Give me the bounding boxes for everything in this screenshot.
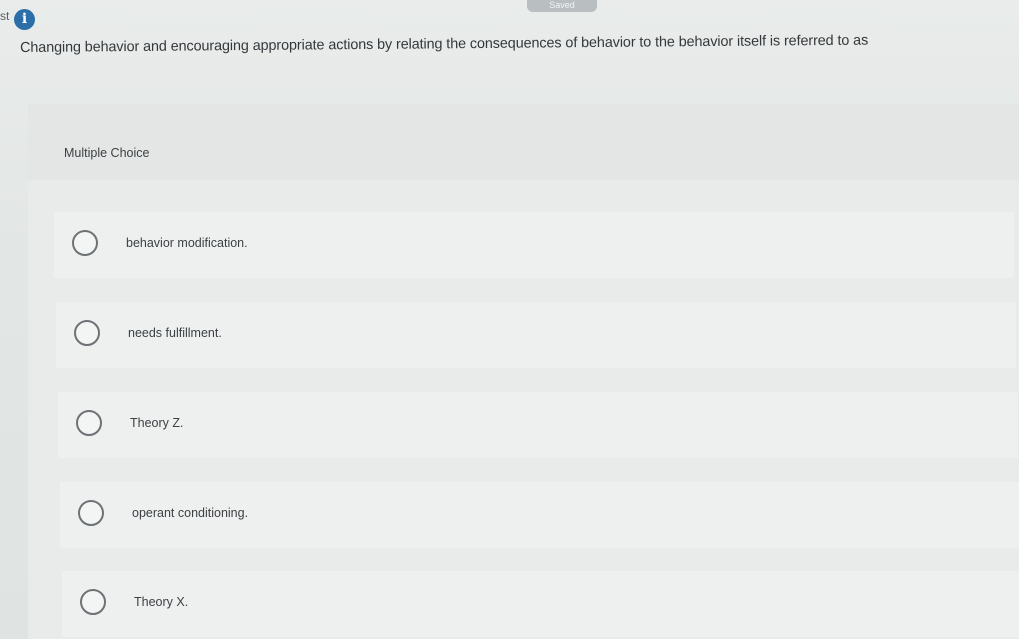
answer-option-label: behavior modification. bbox=[126, 236, 248, 250]
radio-button[interactable] bbox=[78, 500, 104, 526]
header-partial-label: st bbox=[0, 9, 10, 23]
question-type-label: Multiple Choice bbox=[64, 146, 150, 160]
radio-button[interactable] bbox=[76, 410, 102, 436]
saved-status-badge: Saved bbox=[527, 0, 597, 12]
radio-button[interactable] bbox=[72, 230, 98, 256]
answer-option-1[interactable]: behavior modification. bbox=[54, 212, 1014, 278]
multiple-choice-panel: Multiple Choice behavior modification. n… bbox=[28, 104, 1019, 639]
answer-option-label: operant conditioning. bbox=[132, 506, 249, 520]
info-icon[interactable]: i bbox=[14, 9, 35, 30]
radio-button[interactable] bbox=[80, 589, 106, 615]
panel-header: Multiple Choice bbox=[28, 104, 1019, 180]
answer-option-label: needs fulfillment. bbox=[128, 326, 222, 340]
answer-option-label: Theory Z. bbox=[130, 416, 184, 430]
radio-button[interactable] bbox=[74, 320, 100, 346]
quiz-page: st i Saved Changing behavior and encoura… bbox=[0, 0, 1019, 639]
answer-option-label: Theory X. bbox=[134, 595, 189, 609]
answer-option-2[interactable]: needs fulfillment. bbox=[56, 302, 1016, 368]
answer-option-5[interactable]: Theory X. bbox=[62, 571, 1019, 637]
answer-option-4[interactable]: operant conditioning. bbox=[60, 482, 1019, 548]
answer-option-3[interactable]: Theory Z. bbox=[58, 392, 1018, 458]
